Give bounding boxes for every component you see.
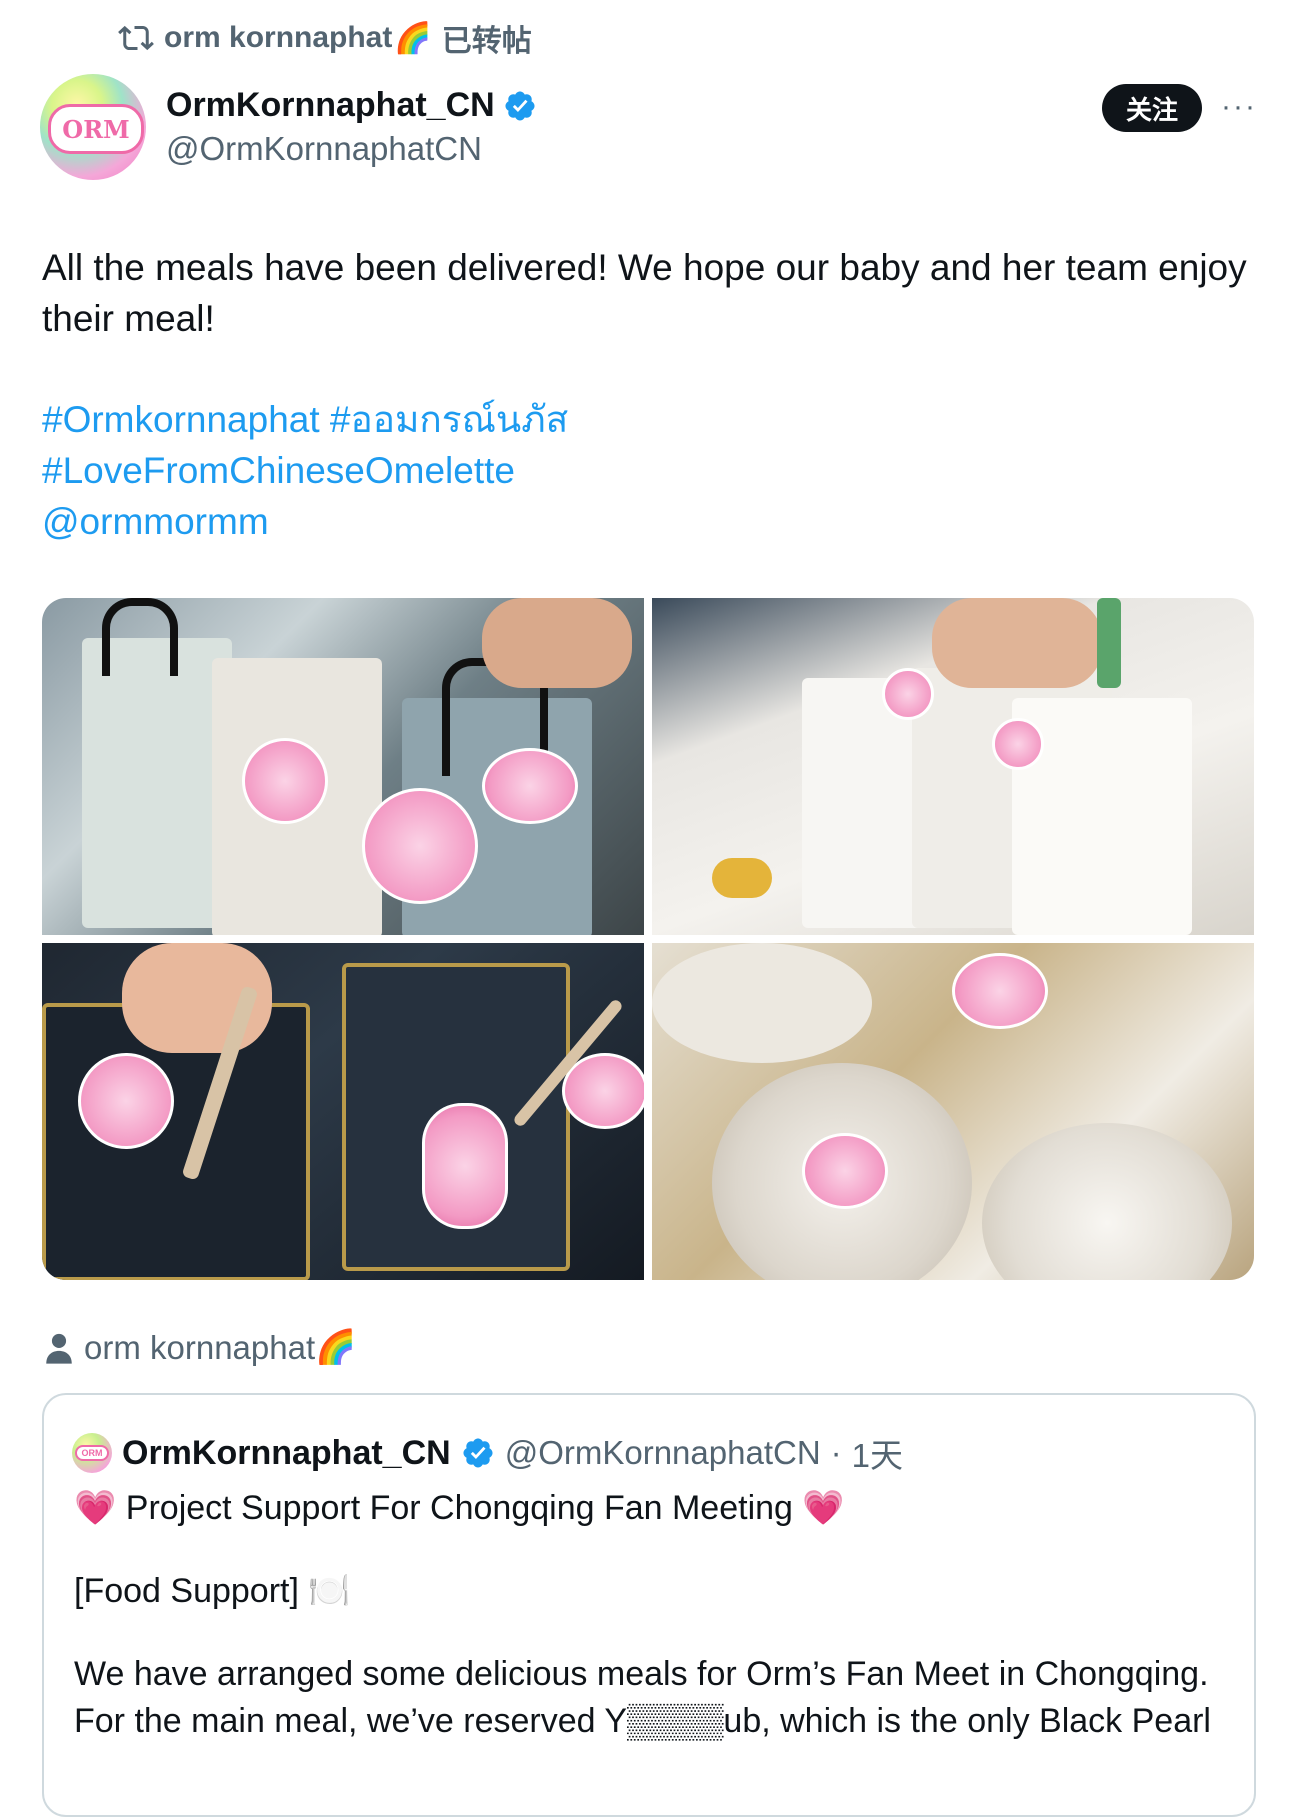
quote-author-name[interactable]: OrmKornnaphat_CN [122, 1434, 451, 1473]
verified-badge-icon [463, 1438, 493, 1468]
mention-link[interactable]: @ormmormm [42, 496, 1262, 547]
media-photo-2[interactable] [652, 598, 1254, 935]
bag-handle [102, 598, 178, 676]
food-container [652, 943, 872, 1063]
media-grid [42, 598, 1254, 1280]
media-photo-4[interactable] [652, 943, 1254, 1280]
avatar-logo: ORM [48, 104, 144, 154]
author-avatar[interactable]: ORM [40, 74, 146, 180]
tweet-text: All the meals have been delivered! We ho… [42, 247, 1247, 339]
quote-title: Project Support For Chongqing Fan Meetin… [125, 1489, 793, 1527]
quote-author-avatar[interactable] [72, 1433, 112, 1473]
media-photo-1[interactable] [42, 598, 644, 935]
author-name[interactable]: OrmKornnaphat_CN [166, 86, 495, 125]
author-handle[interactable]: @OrmKornnaphatCN [166, 130, 482, 168]
quoted-tweet-header: OrmKornnaphat_CN @OrmKornnaphatCN· 1天 [72, 1429, 903, 1477]
hashtag-link[interactable]: #Ormkornnaphat #ออมกรณ์นภัส [42, 394, 1262, 445]
quote-owner-name[interactable]: orm kornnaphat [84, 1329, 315, 1367]
repost-label: 已转帖 [441, 25, 532, 58]
verified-badge-icon [505, 90, 535, 121]
photo-sticker [952, 953, 1048, 1029]
wristband [1097, 598, 1121, 688]
quote-author-handle[interactable]: @OrmKornnaphatCN [505, 1434, 821, 1472]
quoted-tweet-body: 💗 Project Support For Chongqing Fan Meet… [74, 1485, 1234, 1745]
repost-user[interactable]: orm kornnaphat [164, 21, 392, 55]
quoted-tweet-card[interactable]: OrmKornnaphat_CN @OrmKornnaphatCN· 1天 💗 P… [42, 1393, 1256, 1817]
tweet-hashtags: #Ormkornnaphat #ออมกรณ์นภัส #LoveFromChi… [42, 394, 1262, 547]
author-name-row[interactable]: OrmKornnaphat_CN [166, 86, 537, 125]
quote-section: [Food Support] 🍽️ [74, 1572, 351, 1610]
photo-sticker [802, 1133, 888, 1209]
rainbow-emoji: 🌈 [394, 21, 432, 55]
sneaker [712, 858, 772, 898]
separator-dot: · [830, 1434, 842, 1471]
food-container [982, 1123, 1232, 1280]
person-icon [46, 1333, 72, 1364]
photo-sticker [242, 738, 328, 824]
photo-sticker [78, 1053, 174, 1149]
quote-timestamp[interactable]: 1天 [852, 1429, 903, 1477]
tote-bag [82, 638, 232, 928]
heart-emoji: 💗 [74, 1489, 117, 1527]
hand [932, 598, 1102, 688]
photo-sticker [422, 1103, 508, 1229]
quote-paragraph-2: For the main meal, we’ve reserved Y▒▒▒▒u… [74, 1702, 1211, 1740]
photo-sticker [362, 788, 478, 904]
follow-button[interactable]: 关注 [1102, 84, 1202, 132]
media-photo-3[interactable] [42, 943, 644, 1280]
hand [482, 598, 632, 688]
more-options-icon[interactable]: ··· [1221, 90, 1256, 123]
quote-owner-line[interactable]: orm kornnaphat 🌈 [44, 1328, 356, 1367]
heart-emoji: 💗 [802, 1489, 845, 1527]
photo-sticker [992, 718, 1044, 770]
hashtag-link[interactable]: #LoveFromChineseOmelette [42, 445, 1262, 496]
quote-title-line: 💗 Project Support For Chongqing Fan Meet… [74, 1485, 1234, 1532]
quote-paragraph-1: We have arranged some delicious meals fo… [74, 1655, 1209, 1693]
rainbow-emoji: 🌈 [315, 1328, 357, 1365]
repost-header[interactable]: orm kornnaphat 🌈 已转帖 [118, 18, 532, 58]
photo-sticker [482, 748, 578, 824]
photo-sticker [882, 668, 934, 720]
repost-icon [118, 25, 154, 51]
